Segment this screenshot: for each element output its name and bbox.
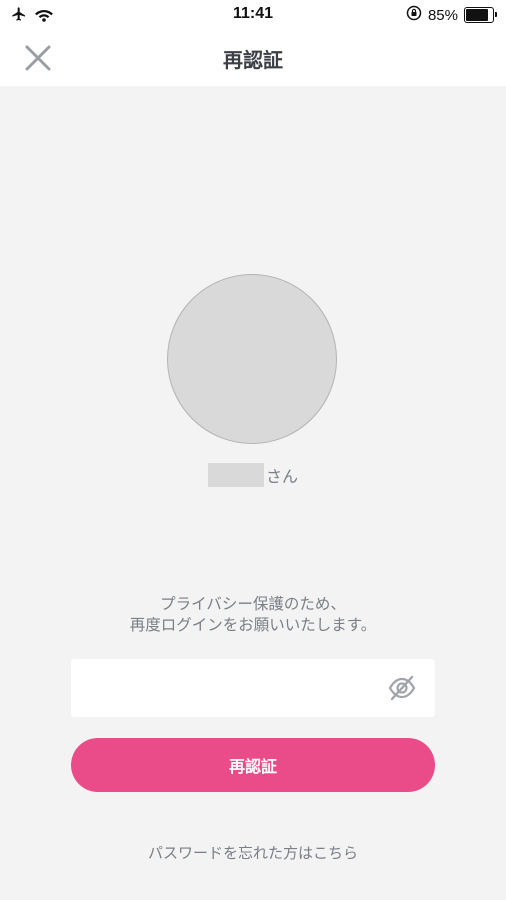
eye-slash-icon bbox=[387, 675, 417, 706]
reauth-message-line2: 再度ログインをお願いいたします。 bbox=[129, 616, 377, 634]
reauth-message-line1: プライバシー保護のため、 bbox=[160, 595, 346, 613]
navigation-bar: 再認証 bbox=[0, 30, 506, 86]
username-suffix: さん bbox=[265, 467, 298, 486]
password-visibility-toggle[interactable] bbox=[387, 674, 417, 702]
password-input[interactable] bbox=[71, 659, 371, 717]
status-bar: 11:41 85% bbox=[0, 0, 506, 30]
reauth-message: プライバシー保護のため、 再度ログインをお願いいたします。 bbox=[0, 594, 506, 636]
page-title: 再認証 bbox=[223, 48, 283, 72]
battery-percent: 85% bbox=[427, 6, 458, 24]
username-redacted bbox=[207, 463, 264, 487]
battery-level bbox=[466, 9, 489, 21]
reauthenticate-button[interactable]: 再認証 bbox=[71, 738, 435, 792]
username-row: さん bbox=[0, 463, 506, 487]
forgot-password-link[interactable]: パスワードを忘れた方はこちら bbox=[0, 842, 506, 863]
battery-icon bbox=[464, 7, 497, 23]
orientation-lock-icon bbox=[406, 5, 422, 25]
status-right-icons: 85% bbox=[406, 5, 497, 25]
password-field-container bbox=[71, 659, 435, 717]
avatar bbox=[167, 274, 337, 444]
